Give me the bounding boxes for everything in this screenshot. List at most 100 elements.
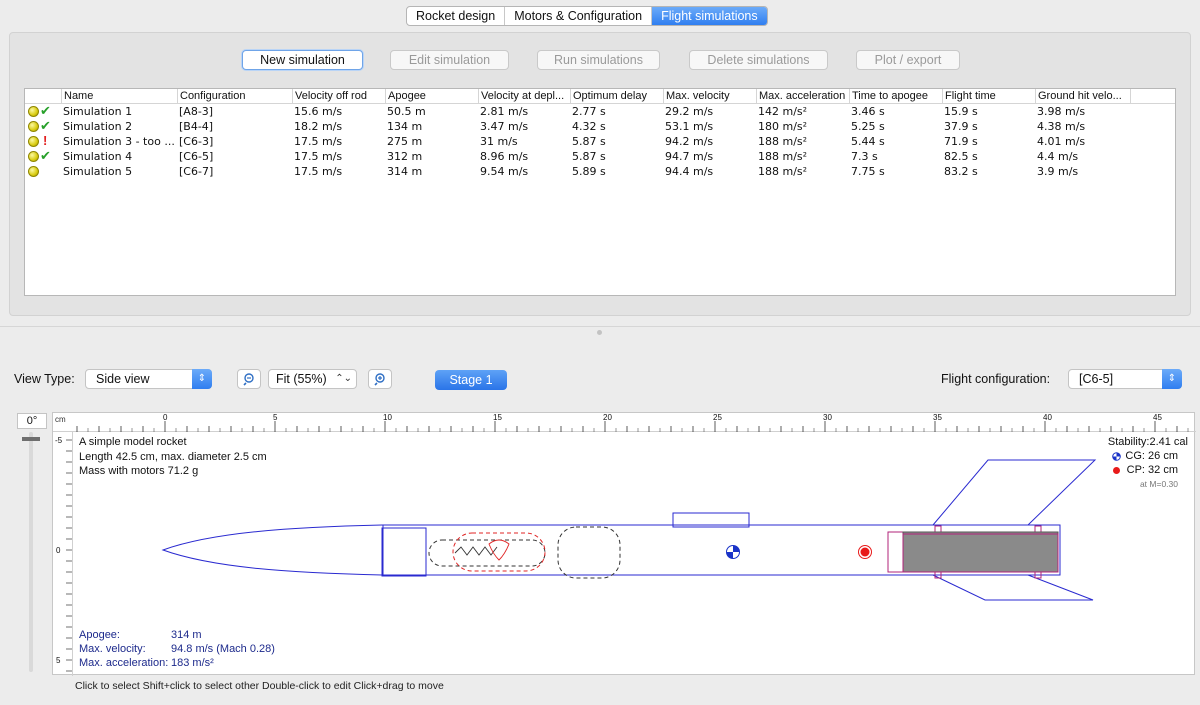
col-velocity-off-rod[interactable]: Velocity off rod	[292, 89, 385, 104]
table-row[interactable]: ! Simulation 3 - too ... [C6-3] 17.5 m/s…	[25, 133, 1175, 149]
centering-ring-front[interactable]	[887, 531, 905, 573]
cell-optimum-delay: 4.32 s	[572, 120, 606, 133]
ruler-label: 0	[163, 413, 168, 422]
col-apogee[interactable]: Apogee	[385, 89, 478, 104]
motor[interactable]	[902, 531, 1059, 573]
table-header: Name Configuration Velocity off rod Apog…	[25, 89, 1175, 104]
cell-ground-hit-velocity: 3.98 m/s	[1037, 105, 1086, 118]
ruler-label: 20	[603, 413, 612, 422]
col-optimum-delay[interactable]: Optimum delay	[570, 89, 663, 104]
cell-velocity-off-rod: 15.6 m/s	[294, 105, 343, 118]
status-bulb-icon	[28, 106, 39, 117]
chevron-updown-icon: ⌃⌄	[335, 373, 352, 384]
edit-simulation-button[interactable]: Edit simulation	[390, 50, 509, 70]
updown-arrows-icon: ⇕	[1162, 369, 1182, 389]
delete-simulations-button[interactable]: Delete simulations	[689, 50, 828, 70]
cell-velocity-at-deployment: 8.96 m/s	[480, 150, 529, 163]
tab-flight-simulations[interactable]: Flight simulations	[652, 7, 767, 25]
col-velocity-at-deployment[interactable]: Velocity at depl...	[478, 89, 570, 104]
fin-lower[interactable]	[932, 574, 1094, 601]
rocket-figure-canvas[interactable]: cm 0 5 10 15 20 25 30 35 40 45 -5 0 5 A …	[52, 412, 1196, 676]
check-icon: ✔	[40, 103, 51, 118]
divider-grip-icon[interactable]	[597, 330, 602, 335]
cell-configuration: [B4-4]	[179, 120, 214, 133]
col-name[interactable]: Name	[61, 89, 177, 104]
cell-configuration: [C6-5]	[179, 150, 214, 163]
updown-arrows-icon: ⇕	[192, 369, 212, 389]
cell-velocity-at-deployment: 3.47 m/s	[480, 120, 529, 133]
table-row[interactable]: ✔ Simulation 4 [C6-5] 17.5 m/s 312 m 8.9…	[25, 148, 1175, 164]
tab-rocket-design[interactable]: Rocket design	[407, 7, 506, 25]
col-max-acceleration[interactable]: Max. acceleration	[756, 89, 849, 104]
cell-time-to-apogee: 5.44 s	[851, 135, 885, 148]
cell-max-velocity: 53.1 m/s	[665, 120, 714, 133]
bulkhead[interactable]	[381, 527, 427, 577]
plot-export-button[interactable]: Plot / export	[856, 50, 960, 70]
view-type-value: Side view	[96, 372, 150, 386]
cell-optimum-delay: 5.89 s	[572, 165, 606, 178]
zoom-out-button[interactable]	[237, 369, 261, 389]
streamer-mass[interactable]	[557, 526, 621, 579]
cell-max-velocity: 94.4 m/s	[665, 165, 714, 178]
simulations-table: Name Configuration Velocity off rod Apog…	[24, 88, 1176, 296]
ruler-label: 15	[493, 413, 502, 422]
nose-cone[interactable]	[161, 524, 384, 576]
ruler-label: 35	[933, 413, 942, 422]
zoom-in-button[interactable]	[368, 369, 392, 389]
stage-1-button[interactable]: Stage 1	[435, 370, 507, 390]
cell-name: Simulation 1	[63, 105, 133, 118]
status-bulb-icon	[28, 151, 39, 162]
cell-flight-time: 82.5 s	[944, 150, 978, 163]
apogee-label: Apogee:	[79, 629, 120, 641]
cell-velocity-off-rod: 17.5 m/s	[294, 165, 343, 178]
magnifier-minus-icon	[243, 373, 254, 386]
cp-marker	[858, 545, 872, 559]
view-type-select[interactable]: Side view ⇕	[85, 369, 212, 389]
magnifier-plus-icon	[374, 373, 385, 386]
cell-max-acceleration: 188 m/s²	[758, 135, 808, 148]
max-acceleration-value: 183 m/s²	[171, 657, 214, 669]
col-configuration[interactable]: Configuration	[177, 89, 292, 104]
table-row[interactable]: Simulation 5 [C6-7] 17.5 m/s 314 m 9.54 …	[25, 164, 1175, 179]
rocket-side-view[interactable]	[53, 432, 1196, 676]
cell-optimum-delay: 5.87 s	[572, 150, 606, 163]
cell-optimum-delay: 5.87 s	[572, 135, 606, 148]
flight-configuration-select[interactable]: [C6-5] ⇕	[1068, 369, 1182, 389]
cell-flight-time: 37.9 s	[944, 120, 978, 133]
shock-cord[interactable]	[428, 539, 546, 567]
col-flight-time[interactable]: Flight time	[942, 89, 1035, 104]
cell-configuration: [C6-3]	[179, 135, 214, 148]
cell-apogee: 312 m	[387, 150, 423, 163]
cell-max-velocity: 94.2 m/s	[665, 135, 714, 148]
view-type-label: View Type:	[14, 372, 75, 386]
ruler-label: 45	[1153, 413, 1162, 422]
col-status	[25, 89, 61, 104]
rotation-slider[interactable]	[29, 432, 33, 672]
col-max-velocity[interactable]: Max. velocity	[663, 89, 756, 104]
table-row[interactable]: ✔ Simulation 1 [A8-3] 15.6 m/s 50.5 m 2.…	[25, 103, 1175, 119]
cell-time-to-apogee: 3.46 s	[851, 105, 885, 118]
max-acceleration-label: Max. acceleration:	[79, 657, 169, 669]
cell-max-acceleration: 142 m/s²	[758, 105, 808, 118]
status-bulb-icon	[28, 121, 39, 132]
flight-configuration-label: Flight configuration:	[941, 372, 1051, 386]
new-simulation-button[interactable]: New simulation	[242, 50, 363, 70]
fin-upper[interactable]	[932, 459, 1097, 526]
rotation-angle-field[interactable]: 0°	[17, 413, 47, 429]
cell-max-acceleration: 180 m/s²	[758, 120, 808, 133]
tab-motors-configuration[interactable]: Motors & Configuration	[505, 7, 653, 25]
col-ground-hit-velocity[interactable]: Ground hit velo...	[1035, 89, 1131, 104]
parachute[interactable]	[452, 532, 546, 572]
cg-marker	[726, 545, 740, 559]
rotation-slider-thumb[interactable]	[22, 436, 40, 442]
run-simulations-button[interactable]: Run simulations	[537, 50, 660, 70]
ruler-label: 10	[383, 413, 392, 422]
main-tabs: Rocket design Motors & Configuration Fli…	[406, 6, 768, 26]
col-time-to-apogee[interactable]: Time to apogee	[849, 89, 942, 104]
cell-velocity-off-rod: 18.2 m/s	[294, 120, 343, 133]
status-hint: Click to select Shift+click to select ot…	[75, 680, 444, 692]
cell-flight-time: 83.2 s	[944, 165, 978, 178]
cell-apogee: 314 m	[387, 165, 423, 178]
table-row[interactable]: ✔ Simulation 2 [B4-4] 18.2 m/s 134 m 3.4…	[25, 118, 1175, 134]
zoom-select[interactable]: Fit (55%) ⌃⌄	[268, 369, 357, 389]
